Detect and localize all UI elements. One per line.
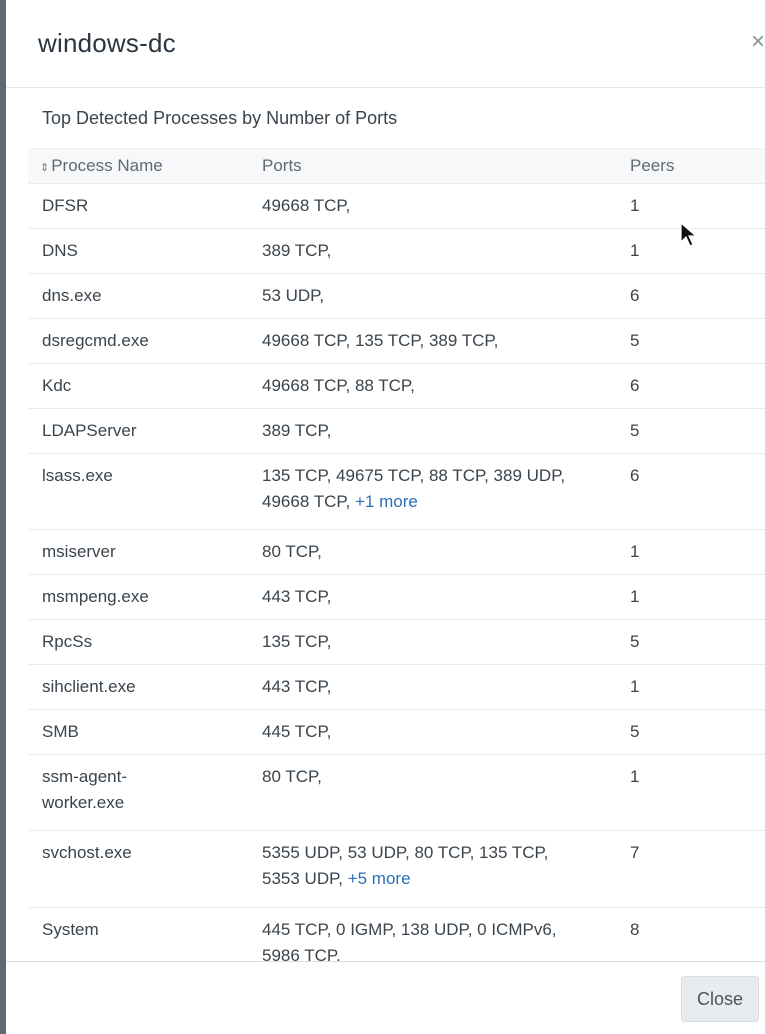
peers-cell: 6 xyxy=(630,286,640,305)
ports-cell: 135 TCP, xyxy=(256,629,626,664)
table-row: dns.exe 53 UDP, 6 xyxy=(28,273,765,318)
ports-text: 49668 TCP, 135 TCP, 389 TCP, xyxy=(262,331,499,350)
processes-table: ⇕ Process Name Ports Peers DFSR 49668 TCP,… xyxy=(28,148,765,962)
table-row: RpcSs 135 TCP, 5 xyxy=(28,619,765,664)
table-row: Kdc 49668 TCP, 88 TCP, 6 xyxy=(28,363,765,408)
table-row: ssm-agent-worker.exe 80 TCP, 1 xyxy=(28,754,765,830)
process-name-cell: DNS xyxy=(42,241,78,260)
peers-cell: 7 xyxy=(630,843,640,862)
ports-cell: 389 TCP, xyxy=(256,418,626,453)
ports-text: 389 TCP, xyxy=(262,421,332,440)
ports-text: 443 TCP, xyxy=(262,677,332,696)
ports-cell: 135 TCP, 49675 TCP, 88 TCP, 389 UDP, 496… xyxy=(256,463,626,529)
process-name-cell: RpcSs xyxy=(42,632,93,651)
ports-cell: 80 TCP, xyxy=(256,539,626,574)
ports-text: 80 TCP, xyxy=(262,767,322,786)
process-name-cell: msmpeng.exe xyxy=(42,587,149,606)
process-name-cell: dsregcmd.exe xyxy=(42,331,149,350)
ports-text: 135 TCP, xyxy=(262,632,332,651)
ports-cell: 53 UDP, xyxy=(256,283,626,318)
column-header-ports[interactable]: Ports xyxy=(256,156,626,176)
process-name-cell: svchost.exe xyxy=(42,843,132,862)
table-row: DFSR 49668 TCP, 1 xyxy=(28,183,765,228)
peers-cell: 5 xyxy=(630,421,640,440)
process-name-cell: lsass.exe xyxy=(42,466,113,485)
peers-cell: 1 xyxy=(630,587,640,606)
table-caption: Top Detected Processes by Number of Port… xyxy=(42,108,398,128)
peers-cell: 6 xyxy=(630,376,640,395)
close-icon[interactable]: × xyxy=(751,28,765,56)
peers-cell: 1 xyxy=(630,677,640,696)
table-row: sihclient.exe 443 TCP, 1 xyxy=(28,664,765,709)
peers-cell: 5 xyxy=(630,331,640,350)
more-ports-link[interactable]: +5 more xyxy=(348,869,411,888)
table-row: dsregcmd.exe 49668 TCP, 135 TCP, 389 TCP,… xyxy=(28,318,765,363)
close-button[interactable]: Close xyxy=(681,976,759,1022)
peers-cell: 1 xyxy=(630,767,640,786)
dialog-body: Top Detected Processes by Number of Port… xyxy=(6,88,765,962)
peers-cell: 1 xyxy=(630,542,640,561)
process-name-cell: Kdc xyxy=(42,376,72,395)
mouse-pointer-icon xyxy=(680,222,698,247)
process-name-cell: sihclient.exe xyxy=(42,677,136,696)
process-name-cell: System xyxy=(42,920,99,939)
ports-cell: 445 TCP, xyxy=(256,719,626,754)
ports-text: 49668 TCP, xyxy=(262,196,351,215)
column-header-peers[interactable]: Peers xyxy=(626,156,765,176)
peers-cell: 5 xyxy=(630,722,640,741)
more-ports-link[interactable]: +1 more xyxy=(355,492,418,511)
process-name-cell: dns.exe xyxy=(42,286,102,305)
column-header-process-name[interactable]: ⇕ Process Name xyxy=(28,156,256,176)
dialog-title: windows-dc xyxy=(38,28,176,58)
table-row: lsass.exe 135 TCP, 49675 TCP, 88 TCP, 389… xyxy=(28,453,765,529)
ports-cell: 389 TCP, xyxy=(256,238,626,273)
table-header: ⇕ Process Name Ports Peers xyxy=(28,148,765,183)
table-row: DNS 389 TCP, 1 xyxy=(28,228,765,273)
ports-text: 53 UDP, xyxy=(262,286,325,305)
dialog-header: windows-dc × xyxy=(6,0,765,88)
dialog-footer: Close xyxy=(6,961,765,1034)
ports-text: 389 TCP, xyxy=(262,241,332,260)
ports-text: 49668 TCP, 88 TCP, xyxy=(262,376,415,395)
process-name-cell: SMB xyxy=(42,722,79,741)
process-name-cell: LDAPServer xyxy=(42,421,137,440)
peers-cell: 6 xyxy=(630,466,640,485)
ports-text: 80 TCP, xyxy=(262,542,322,561)
ports-cell: 49668 TCP, 135 TCP, 389 TCP, xyxy=(256,328,626,363)
ports-cell: 445 TCP, 0 IGMP, 138 UDP, 0 ICMPv6, 5986… xyxy=(256,917,626,962)
peers-cell: 5 xyxy=(630,632,640,651)
table-body: DFSR 49668 TCP, 1 DNS 389 TCP, 1 dns.exe 53 UDP… xyxy=(28,183,765,962)
ports-cell: 443 TCP, xyxy=(256,674,626,709)
process-dialog: windows-dc × Top Detected Processes by N… xyxy=(0,0,765,1034)
ports-cell: 5355 UDP, 53 UDP, 80 TCP, 135 TCP, 5353 … xyxy=(256,840,626,907)
table-row: msmpeng.exe 443 TCP, 1 xyxy=(28,574,765,619)
table-row: SMB 445 TCP, 5 xyxy=(28,709,765,754)
ports-text: 445 TCP, xyxy=(262,722,332,741)
process-name-cell: msiserver xyxy=(42,542,116,561)
table-row: LDAPServer 389 TCP, 5 xyxy=(28,408,765,453)
ports-text: 443 TCP, xyxy=(262,587,332,606)
ports-text: 445 TCP, 0 IGMP, 138 UDP, 0 ICMPv6, 5986… xyxy=(262,920,557,962)
table-row: msiserver 80 TCP, 1 xyxy=(28,529,765,574)
process-name-cell: ssm-agent-worker.exe xyxy=(42,767,128,812)
ports-cell: 49668 TCP, xyxy=(256,193,626,228)
ports-cell: 80 TCP, xyxy=(256,764,626,830)
sort-icon: ⇕ xyxy=(40,162,50,174)
table-row: System 445 TCP, 0 IGMP, 138 UDP, 0 ICMPv6… xyxy=(28,907,765,962)
ports-cell: 49668 TCP, 88 TCP, xyxy=(256,373,626,408)
ports-cell: 443 TCP, xyxy=(256,584,626,619)
process-name-cell: DFSR xyxy=(42,196,89,215)
table-row: svchost.exe 5355 UDP, 53 UDP, 80 TCP, 135… xyxy=(28,830,765,907)
peers-cell: 8 xyxy=(630,920,640,939)
